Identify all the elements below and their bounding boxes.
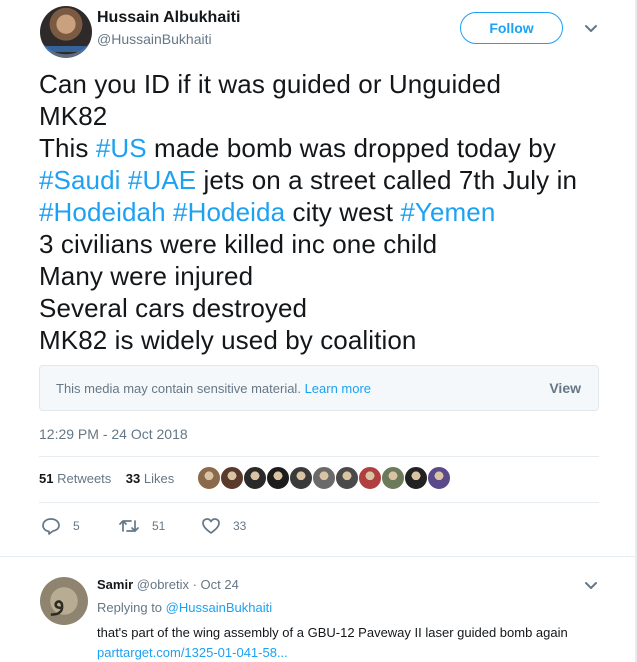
chevron-down-icon[interactable] [582,577,600,595]
hashtag-link[interactable]: #UAE [128,165,196,195]
tweet-text-segment: Can you ID if it was guided or Unguided [39,69,502,99]
replying-prefix: Replying to [97,600,163,615]
retweet-count: 51 [152,519,166,533]
tweet-line: Several cars destroyed [39,292,629,324]
heart-icon [202,518,220,534]
liker-avatar[interactable] [427,466,451,490]
sensitive-notice-text: This media may contain sensitive materia… [56,381,371,396]
sensitive-media-notice: This media may contain sensitive materia… [39,365,599,411]
reply-action[interactable]: 5 [41,516,80,536]
view-media-button[interactable]: View [549,380,581,396]
likes-count[interactable]: 33 [126,471,140,486]
reply-link[interactable]: parttarget.com/1325-01-041-58... [97,645,288,660]
reply-date[interactable]: · Oct 24 [193,577,239,592]
hashtag-link[interactable]: #Yemen [400,197,495,227]
learn-more-link[interactable]: Learn more [305,381,371,396]
hashtag-link[interactable]: #Hodeida [173,197,285,227]
reply-author-name[interactable]: Samir [97,577,133,592]
liker-avatar[interactable] [358,466,382,490]
retweets-count[interactable]: 51 [39,471,53,486]
hashtag-link[interactable]: #Hodeidah [39,197,166,227]
divider [39,502,599,503]
reply-icon [42,518,60,535]
author-name[interactable]: Hussain Albukhaiti [97,9,240,27]
tweet-text-segment: This [39,133,96,163]
replying-mention-link[interactable]: @HussainBukhaiti [166,600,272,615]
tweet-text-segment: made bomb was dropped today by [146,133,556,163]
retweet-icon [119,520,139,532]
liker-avatar[interactable] [197,466,221,490]
liker-avatar[interactable] [266,466,290,490]
tweet-line: Can you ID if it was guided or Unguided [39,68,629,100]
tweet-line: #Saudi #UAE jets on a street called 7th … [39,164,629,196]
engagement-stats: 51 Retweets 33 Likes [39,471,174,486]
like-action[interactable]: 33 [201,516,246,536]
author-handle[interactable]: @HussainBukhaiti [97,31,212,47]
divider [39,456,599,457]
reply-author: Samir @obretix · Oct 24 [97,577,239,592]
likes-label[interactable]: Likes [144,471,174,486]
tweet-text-segment: Many were injured [39,261,254,291]
chevron-down-icon[interactable] [582,20,600,38]
tweet-text: Can you ID if it was guided or Unguided M… [39,68,629,356]
retweets-label[interactable]: Retweets [57,471,111,486]
main-tweet: Hussain Albukhaiti @HussainBukhaiti Foll… [0,0,635,556]
liker-avatar[interactable] [220,466,244,490]
follow-button[interactable]: Follow [460,12,563,44]
tweet-text-segment: MK82 [39,101,108,131]
liker-avatar[interactable] [312,466,336,490]
liker-avatar[interactable] [289,466,313,490]
tweet-text-segment: city west [285,197,401,227]
tweet-text-segment: jets on a street called 7th July in [196,165,578,195]
like-count: 33 [233,519,247,533]
sensitive-notice-label: This media may contain sensitive materia… [56,381,301,396]
liker-avatar[interactable] [243,466,267,490]
tweet-line: MK82 is widely used by coalition [39,324,629,356]
hashtag-link[interactable]: #Saudi [39,165,121,195]
tweet-text-segment: MK82 is widely used by coalition [39,325,417,355]
reply-count: 5 [73,519,80,533]
retweet-action[interactable]: 51 [118,516,165,536]
tweet-line: #Hodeidah #Hodeida city west #Yemen [39,196,629,228]
author-avatar[interactable] [40,6,92,58]
avatar-calligraphy-icon: و [52,583,66,616]
liker-avatar[interactable] [404,466,428,490]
reply-author-avatar[interactable]: و [40,577,88,625]
tweet-text-segment [166,197,173,227]
liker-avatar[interactable] [381,466,405,490]
divider [0,556,635,557]
tweet-line: Many were injured [39,260,629,292]
tweet-line: This #US made bomb was dropped today by [39,132,629,164]
tweet-text-segment: Several cars destroyed [39,293,308,323]
liker-avatar[interactable] [335,466,359,490]
replying-to: Replying to @HussainBukhaiti [97,600,272,615]
hashtag-link[interactable]: #US [96,133,147,163]
reply-author-handle[interactable]: @obretix [137,577,189,592]
tweet-timestamp[interactable]: 12:29 PM - 24 Oct 2018 [39,426,188,442]
tweet-line: 3 civilians were killed inc one child [39,228,629,260]
tweet-line: MK82 [39,100,629,132]
tweet-text-segment [121,165,128,195]
tweet-text-segment: 3 civilians were killed inc one child [39,229,438,259]
reply-text: that's part of the wing assembly of a GB… [97,625,568,640]
